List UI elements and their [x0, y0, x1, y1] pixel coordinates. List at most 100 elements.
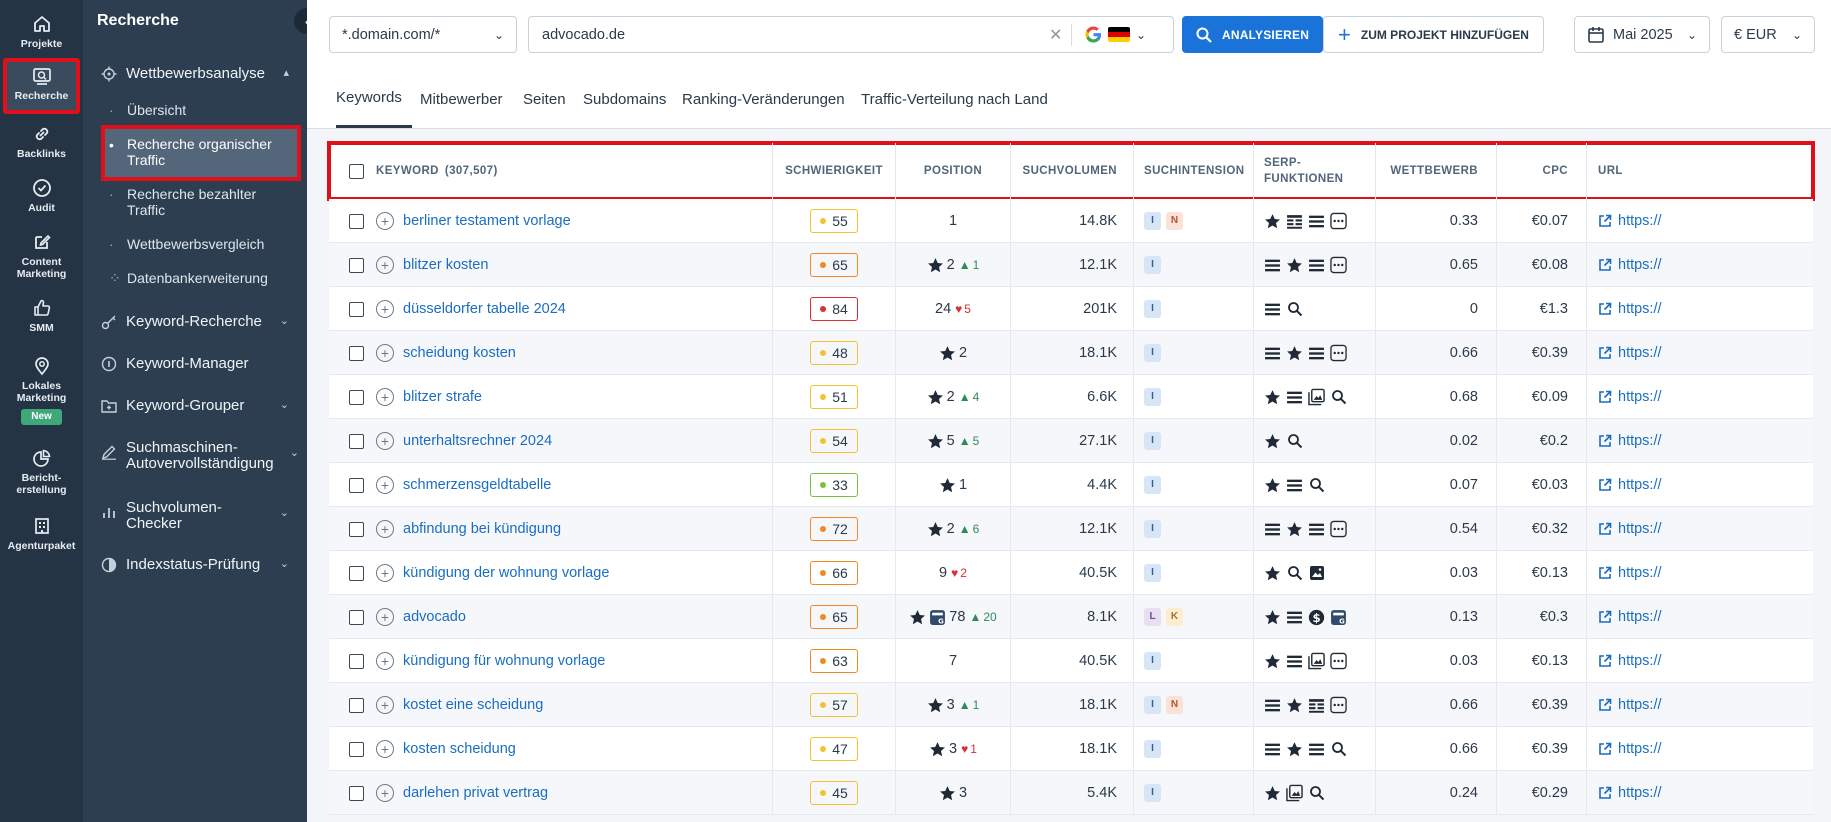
sub-item-datenbankerweiterung[interactable]: ⁘ Datenbankerweiterung — [103, 270, 299, 292]
keyword-link[interactable]: berliner testament vorlage — [403, 213, 571, 229]
keyword-link[interactable]: kündigung für wohnung vorlage — [403, 653, 605, 669]
tab-keywords[interactable]: Keywords — [336, 70, 412, 128]
nav-group-keyword-manager[interactable]: Keyword-Manager — [83, 356, 307, 376]
url-link[interactable]: https:// — [1598, 477, 1662, 493]
header-cpc[interactable]: CPC — [1497, 143, 1587, 199]
url-link[interactable]: https:// — [1598, 741, 1662, 757]
add-keyword-icon[interactable]: + — [376, 740, 394, 758]
clear-icon[interactable]: ✕ — [1049, 25, 1062, 45]
rail-item-smm[interactable]: SMM — [5, 298, 78, 338]
table-row[interactable]: + blitzer kosten 65 2 ▲ 1 12.1K I 0.65 €0.08 https… — [329, 243, 1813, 287]
url-link[interactable]: https:// — [1598, 389, 1662, 405]
keyword-link[interactable]: kostet eine scheidung — [403, 697, 543, 713]
add-keyword-icon[interactable]: + — [376, 696, 394, 714]
add-keyword-icon[interactable]: + — [376, 520, 394, 538]
add-keyword-icon[interactable]: + — [376, 652, 394, 670]
table-row[interactable]: + advocado 65 G 78 ▲ 20 8.1K L K $ G 0.13 €0.3 https:/… — [329, 595, 1813, 639]
sub-item-uebersicht[interactable]: · Übersicht — [103, 102, 299, 124]
domain-input[interactable]: advocado.de — [542, 27, 625, 43]
scope-select[interactable]: *.domain.com/* ⌄ — [329, 16, 517, 53]
url-link[interactable]: https:// — [1598, 213, 1662, 229]
add-keyword-icon[interactable]: + — [376, 784, 394, 802]
url-link[interactable]: https:// — [1598, 565, 1662, 581]
row-checkbox[interactable] — [349, 257, 364, 273]
analyze-button[interactable]: ANALYSIEREN — [1182, 16, 1324, 53]
header-position[interactable]: POSITION — [896, 143, 1011, 199]
row-checkbox[interactable] — [349, 521, 364, 537]
row-checkbox[interactable] — [349, 477, 364, 493]
table-row[interactable]: + blitzer strafe 51 2 ▲ 4 6.6K I 0.68 €0.09 https:… — [329, 375, 1813, 419]
rail-item-agenturpaket[interactable]: Agenturpaket — [5, 516, 78, 556]
keyword-link[interactable]: kosten scheidung — [403, 741, 516, 757]
url-link[interactable]: https:// — [1598, 653, 1662, 669]
nav-group-keyword-recherche[interactable]: Keyword-Recherche ⌄ — [83, 314, 307, 334]
header-difficulty[interactable]: SCHWIERIGKEIT — [773, 143, 896, 199]
rail-item-recherche[interactable]: Recherche — [3, 58, 80, 114]
row-checkbox[interactable] — [349, 301, 364, 317]
table-row[interactable]: + düsseldorfer tabelle 2024 84 24 ♥ 5 201K I 0 €1… — [329, 287, 1813, 331]
table-row[interactable]: + unterhaltsrechner 2024 54 5 ▲ 5 27.1K I 0.02 €0… — [329, 419, 1813, 463]
search-engine-select[interactable]: ⌄ — [1085, 26, 1146, 43]
url-link[interactable]: https:// — [1598, 785, 1662, 801]
add-keyword-icon[interactable]: + — [376, 476, 394, 494]
row-checkbox[interactable] — [349, 697, 364, 713]
table-row[interactable]: + berliner testament vorlage 55 1 14.8K I N 0.3… — [329, 199, 1813, 243]
tab-ranking-veraenderungen[interactable]: Ranking-Veränderungen — [682, 70, 845, 128]
keyword-link[interactable]: kündigung der wohnung vorlage — [403, 565, 609, 581]
keyword-link[interactable]: scheidung kosten — [403, 345, 516, 361]
header-keyword[interactable]: KEYWORD (307,507) — [329, 143, 773, 199]
add-keyword-icon[interactable]: + — [376, 256, 394, 274]
row-checkbox[interactable] — [349, 609, 364, 625]
table-row[interactable]: + scheidung kosten 48 2 18.1K I 0.66 €0.39 https… — [329, 331, 1813, 375]
url-link[interactable]: https:// — [1598, 301, 1662, 317]
row-checkbox[interactable] — [349, 565, 364, 581]
nav-group-autovervollstaendigung[interactable]: Suchmaschinen-Autovervollständigung ⌄ — [83, 440, 307, 480]
keyword-link[interactable]: darlehen privat vertrag — [403, 785, 548, 801]
add-keyword-icon[interactable]: + — [376, 388, 394, 406]
table-row[interactable]: + kostet eine scheidung 57 3 ▲ 1 18.1K I N 0.66 €0… — [329, 683, 1813, 727]
keyword-link[interactable]: advocado — [403, 609, 466, 625]
url-link[interactable]: https:// — [1598, 609, 1662, 625]
sub-item-recherche-bezahlter-traffic[interactable]: · Recherche bezahlter Traffic — [103, 186, 299, 222]
sub-item-wettbewerbsvergleich[interactable]: · Wettbewerbsvergleich — [103, 236, 299, 258]
row-checkbox[interactable] — [349, 345, 364, 361]
url-link[interactable]: https:// — [1598, 521, 1662, 537]
rail-item-backlinks[interactable]: Backlinks — [5, 124, 78, 164]
header-volume[interactable]: SUCHVOLUMEN — [1011, 143, 1134, 199]
add-keyword-icon[interactable]: + — [376, 300, 394, 318]
row-checkbox[interactable] — [349, 389, 364, 405]
header-serp[interactable]: SERP-FUNKTIONEN — [1254, 143, 1376, 199]
add-keyword-icon[interactable]: + — [376, 608, 394, 626]
rail-item-audit[interactable]: Audit — [5, 178, 78, 218]
nav-group-suchvolumen-checker[interactable]: Suchvolumen-Checker ⌄ — [83, 500, 307, 540]
keyword-link[interactable]: blitzer kosten — [403, 257, 488, 273]
row-checkbox[interactable] — [349, 653, 364, 669]
table-row[interactable]: + kosten scheidung 47 3 ♥ 1 18.1K I 0.66 €0.39 htt… — [329, 727, 1813, 771]
row-checkbox[interactable] — [349, 433, 364, 449]
keyword-link[interactable]: düsseldorfer tabelle 2024 — [403, 301, 566, 317]
nav-group-indexstatus[interactable]: Indexstatus-Prüfung ⌄ — [83, 557, 307, 577]
tab-seiten[interactable]: Seiten — [523, 70, 566, 128]
table-row[interactable]: + kündigung für wohnung vorlage 63 7 40.5K I 0… — [329, 639, 1813, 683]
keyword-link[interactable]: unterhaltsrechner 2024 — [403, 433, 552, 449]
rail-item-berichterstellung[interactable]: Bericht-erstellung — [5, 448, 78, 500]
currency-select[interactable]: € EUR ⌄ — [1721, 16, 1815, 53]
nav-group-wettbewerbsanalyse[interactable]: Wettbewerbsanalyse ▴ — [83, 66, 307, 86]
url-link[interactable]: https:// — [1598, 345, 1662, 361]
table-row[interactable]: + darlehen privat vertrag 45 3 5.4K I 0.24 €0.2… — [329, 771, 1813, 815]
header-intent[interactable]: SUCHINTENSION — [1134, 143, 1254, 199]
row-checkbox[interactable] — [349, 785, 364, 801]
rail-item-content-marketing[interactable]: Content Marketing — [5, 232, 78, 284]
table-row[interactable]: + schmerzensgeldtabelle 33 1 4.4K I 0.07 €0.03 h… — [329, 463, 1813, 507]
add-keyword-icon[interactable]: + — [376, 432, 394, 450]
nav-group-keyword-grouper[interactable]: Keyword-Grouper ⌄ — [83, 398, 307, 418]
url-link[interactable]: https:// — [1598, 697, 1662, 713]
keyword-link[interactable]: blitzer strafe — [403, 389, 482, 405]
rail-item-projekte[interactable]: Projekte — [5, 14, 78, 52]
header-competition[interactable]: WETTBEWERB — [1376, 143, 1497, 199]
date-select[interactable]: Mai 2025 ⌄ — [1574, 16, 1710, 53]
url-link[interactable]: https:// — [1598, 257, 1662, 273]
keyword-link[interactable]: abfindung bei kündigung — [403, 521, 561, 537]
table-row[interactable]: + abfindung bei kündigung 72 2 ▲ 6 12.1K I 0.54 €… — [329, 507, 1813, 551]
add-keyword-icon[interactable]: + — [376, 344, 394, 362]
